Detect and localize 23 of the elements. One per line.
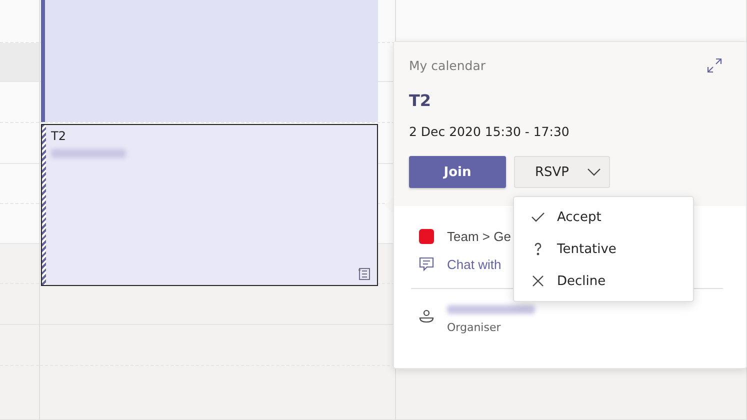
close-icon — [531, 274, 545, 288]
chat-icon — [419, 256, 434, 272]
join-button[interactable]: Join — [409, 156, 506, 188]
event-time: 2 Dec 2020 15:30 - 17:30 — [409, 124, 570, 139]
person-icon — [419, 309, 434, 324]
team-icon — [419, 228, 434, 244]
menu-item[interactable]: Decline — [514, 265, 693, 297]
chevron-down-icon — [587, 168, 601, 176]
channel-path: Team > Ge — [447, 228, 511, 244]
time-slot[interactable] — [40, 284, 395, 325]
rsvp-button[interactable]: RSVP — [514, 156, 610, 188]
calendar-name: My calendar — [409, 58, 486, 73]
event-title: T2 — [409, 91, 432, 110]
event-title: T2 — [51, 129, 67, 143]
notes-icon — [358, 268, 370, 280]
calendar-event[interactable]: T2 — [41, 124, 378, 286]
check-icon — [531, 210, 545, 224]
expand-icon[interactable] — [707, 58, 722, 73]
calendar-event[interactable] — [41, 0, 378, 122]
menu-item[interactable]: Accept — [514, 201, 693, 233]
menu-item[interactable]: Tentative — [514, 233, 693, 265]
chat-link[interactable]: Chat with — [447, 256, 502, 272]
organiser-label: Organiser — [447, 321, 502, 334]
